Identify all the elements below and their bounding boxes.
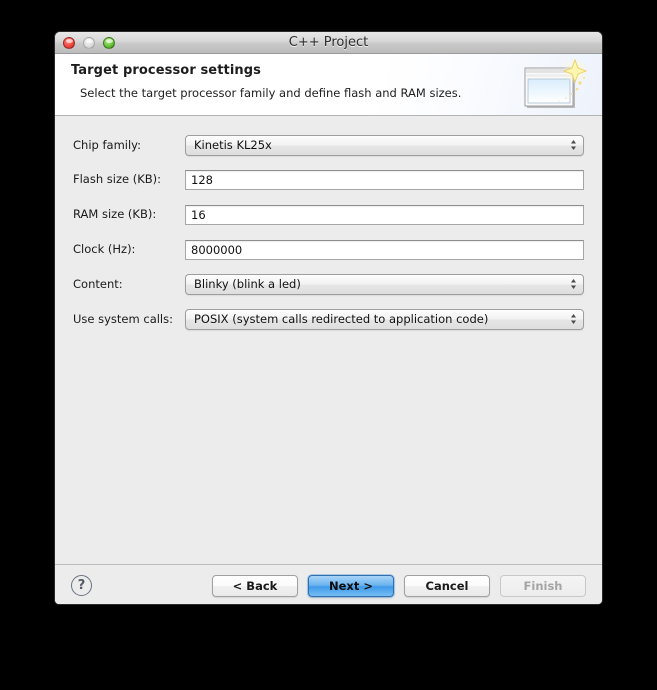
dialog-footer: ? < Back Next > Cancel Finish (55, 564, 602, 604)
window-title: C++ Project (288, 35, 369, 50)
dialog-buttons: < Back Next > Cancel Finish (212, 574, 586, 597)
minimize-button[interactable] (83, 36, 95, 49)
new-wizard-banner-icon (524, 58, 588, 108)
form-row-chip-family: Chip family: Kinetis KL25x (73, 134, 584, 156)
finish-button: Finish (500, 574, 586, 597)
close-button[interactable] (63, 36, 75, 49)
label-use-system-calls: Use system calls: (73, 312, 173, 326)
content-value: Blinky (blink a led) (194, 277, 301, 291)
dialog-window: C++ Project Target processor settings Se… (54, 31, 603, 605)
form-row-content: Content: Blinky (blink a led) (73, 273, 584, 295)
help-icon[interactable]: ? (71, 575, 92, 596)
form-row-flash-size: Flash size (KB): (73, 168, 584, 190)
wizard-header: Target processor settings Select the tar… (55, 54, 602, 116)
chevron-updown-icon (571, 279, 576, 289)
ram-size-input[interactable] (185, 204, 584, 225)
clock-input[interactable] (185, 239, 584, 260)
zoom-button[interactable] (103, 36, 115, 49)
cancel-button[interactable]: Cancel (404, 574, 490, 597)
chevron-updown-icon (571, 314, 576, 324)
wizard-body: Chip family: Kinetis KL25x Flash size (K… (55, 116, 602, 564)
form-row-ram-size: RAM size (KB): (73, 203, 584, 225)
use-system-calls-select[interactable]: POSIX (system calls redirected to applic… (185, 308, 584, 330)
chip-family-value: Kinetis KL25x (194, 138, 272, 152)
label-ram-size: RAM size (KB): (73, 207, 157, 221)
content-select[interactable]: Blinky (blink a led) (185, 273, 584, 295)
title-bar[interactable]: C++ Project (55, 32, 602, 54)
label-clock: Clock (Hz): (73, 242, 136, 256)
window-controls (63, 36, 115, 49)
label-content: Content: (73, 277, 123, 291)
form-row-clock: Clock (Hz): (73, 238, 584, 260)
label-flash-size: Flash size (KB): (73, 172, 162, 186)
label-chip-family: Chip family: (73, 138, 142, 152)
chip-family-select[interactable]: Kinetis KL25x (185, 134, 584, 156)
next-button[interactable]: Next > (308, 574, 394, 597)
chevron-updown-icon (571, 140, 576, 150)
use-system-calls-value: POSIX (system calls redirected to applic… (194, 312, 489, 326)
back-button[interactable]: < Back (212, 574, 298, 597)
flash-size-input[interactable] (185, 169, 584, 190)
form-row-use-system-calls: Use system calls: POSIX (system calls re… (73, 308, 584, 330)
